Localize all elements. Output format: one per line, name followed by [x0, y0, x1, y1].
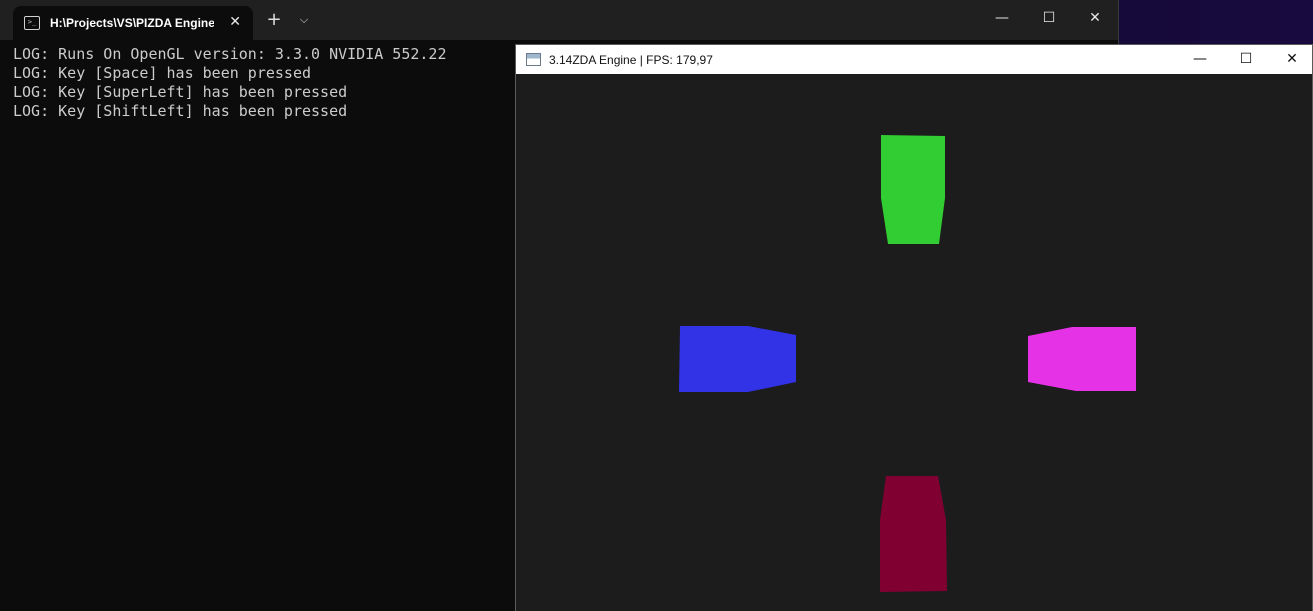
- terminal-output[interactable]: LOG: Runs On OpenGL version: 3.3.0 NVIDI…: [13, 45, 503, 121]
- log-line: LOG: Key [ShiftLeft] has been pressed: [13, 102, 348, 120]
- magenta-shape: [1028, 327, 1136, 391]
- tab-title: H:\Projects\VS\PIZDA Engine\: [50, 16, 214, 30]
- tab-dropdown-button[interactable]: ⌵: [294, 10, 314, 30]
- engine-window-title: 3.14ZDA Engine | FPS: 179,97: [549, 52, 713, 67]
- terminal-minimize-button[interactable]: —: [990, 8, 1014, 28]
- engine-titlebar[interactable]: 3.14ZDA Engine | FPS: 179,97 — ☐ ✕: [516, 45, 1312, 74]
- scene-canvas: [679, 135, 1136, 592]
- terminal-titlebar[interactable]: >_ H:\Projects\VS\PIZDA Engine\ ✕ + ⌵ — …: [0, 0, 1118, 40]
- app-window-icon: [526, 53, 541, 66]
- tab-close-icon[interactable]: ✕: [229, 14, 241, 30]
- terminal-tab[interactable]: >_ H:\Projects\VS\PIZDA Engine\ ✕: [13, 6, 253, 40]
- engine-window: 3.14ZDA Engine | FPS: 179,97 — ☐ ✕: [515, 44, 1313, 611]
- engine-close-button[interactable]: ✕: [1280, 49, 1304, 69]
- engine-minimize-button[interactable]: —: [1188, 49, 1212, 69]
- terminal-close-button[interactable]: ✕: [1083, 8, 1107, 28]
- log-line: LOG: Key [SuperLeft] has been pressed: [13, 83, 348, 101]
- render-viewport[interactable]: [516, 74, 1312, 611]
- engine-maximize-button[interactable]: ☐: [1234, 49, 1258, 69]
- log-line: LOG: Key [Space] has been pressed: [13, 64, 312, 82]
- green-shape: [881, 135, 945, 244]
- new-tab-button[interactable]: +: [264, 10, 284, 30]
- log-line: LOG: Runs On OpenGL version: 3.3.0 NVIDI…: [13, 45, 447, 63]
- blue-shape: [679, 326, 796, 392]
- terminal-maximize-button[interactable]: ☐: [1037, 8, 1061, 28]
- terminal-icon: >_: [24, 16, 40, 30]
- maroon-shape: [880, 476, 947, 592]
